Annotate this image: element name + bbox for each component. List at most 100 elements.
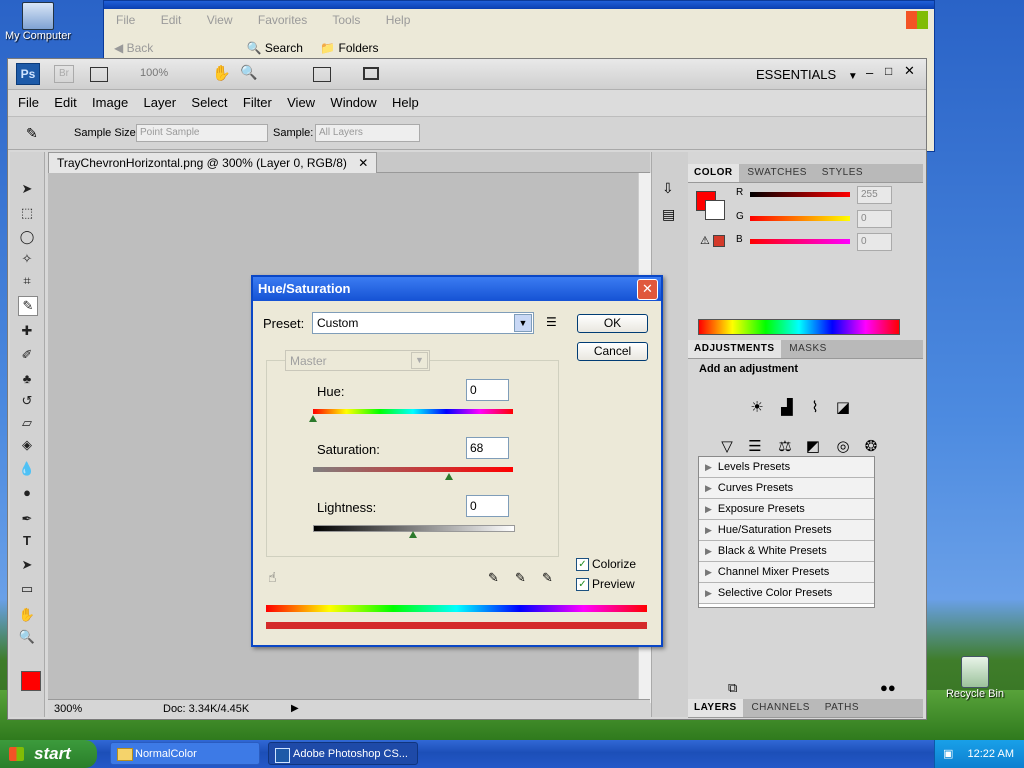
status-arrow-icon[interactable]: ▶	[291, 700, 299, 718]
menu-filter[interactable]: Filter	[243, 90, 272, 116]
brightness-contrast-icon[interactable]: ☀	[746, 397, 768, 419]
cancel-button[interactable]: Cancel	[577, 342, 648, 361]
explorer-menu-help[interactable]: Help	[386, 13, 411, 27]
lightness-input[interactable]: 0	[466, 495, 509, 517]
g-slider[interactable]	[750, 216, 850, 221]
list-item[interactable]: ▶ Levels Presets	[699, 457, 874, 478]
hand-tool-icon[interactable]: ✋	[212, 64, 231, 82]
close-button[interactable]: ✕	[904, 63, 915, 79]
b-slider[interactable]	[750, 239, 850, 244]
clone-stamp-tool-icon[interactable]: ♣	[18, 370, 36, 388]
minimize-button[interactable]: –	[866, 65, 873, 80]
menu-window[interactable]: Window	[330, 90, 376, 116]
eyedropper-icon[interactable]: ✎	[488, 570, 499, 586]
saturation-slider-thumb[interactable]	[445, 473, 453, 480]
preview-checkbox[interactable]: ✓	[576, 578, 589, 591]
blur-tool-icon[interactable]: 💧	[18, 460, 36, 478]
close-icon[interactable]: ✕	[358, 156, 368, 170]
magic-wand-tool-icon[interactable]: ✧	[18, 250, 36, 268]
list-item[interactable]: ▶ Channel Mixer Presets	[699, 562, 874, 583]
preset-options-icon[interactable]: ☰	[546, 315, 557, 329]
document-tab[interactable]: TrayChevronHorizontal.png @ 300% (Layer …	[48, 152, 378, 173]
hand-tool-icon[interactable]: ✋	[18, 606, 36, 624]
explorer-menu-edit[interactable]: Edit	[161, 13, 182, 27]
explorer-menu-view[interactable]: View	[207, 13, 233, 27]
r-slider[interactable]	[750, 192, 850, 197]
channel-mixer-icon[interactable]: ❂	[860, 436, 882, 458]
menu-select[interactable]: Select	[191, 90, 227, 116]
bridge-button[interactable]: Br	[54, 65, 74, 83]
arrange-documents-icon[interactable]	[313, 67, 331, 82]
r-value[interactable]: 255	[857, 186, 892, 204]
path-selection-tool-icon[interactable]: ➤	[18, 556, 36, 574]
type-tool-icon[interactable]: T	[18, 532, 36, 550]
explorer-menu-tools[interactable]: Tools	[332, 13, 360, 27]
workspace-switcher[interactable]: ESSENTIALS ▼	[756, 67, 858, 82]
zoom-level[interactable]: 100%	[140, 67, 168, 79]
explorer-back-button[interactable]: ◀ Back	[114, 41, 153, 55]
brush-tool-icon[interactable]: ✐	[18, 346, 36, 364]
marquee-tool-icon[interactable]: ⬚	[18, 204, 36, 222]
color-bg-swatch[interactable]	[705, 200, 725, 220]
pen-tool-icon[interactable]: ✒	[18, 510, 36, 528]
color-spectrum-bar[interactable]	[698, 319, 900, 335]
clock[interactable]: 12:22 AM	[968, 748, 1014, 760]
color-balance-icon[interactable]: ⚖	[774, 436, 796, 458]
taskbar-item-normalcolor[interactable]: NormalColor	[110, 742, 260, 765]
sample-size-select[interactable]: Point Sample	[136, 124, 268, 142]
crop-tool-icon[interactable]: ⌗	[18, 272, 36, 290]
explorer-folders-button[interactable]: 📁 Folders	[320, 41, 378, 55]
tab-paths[interactable]: PATHS	[819, 699, 865, 717]
dodge-tool-icon[interactable]: ●	[18, 484, 36, 502]
tab-channels[interactable]: CHANNELS	[745, 699, 815, 717]
tab-adjustments[interactable]: ADJUSTMENTS	[688, 340, 781, 358]
black-white-icon[interactable]: ◩	[802, 436, 824, 458]
eyedropper-minus-icon[interactable]: ✎	[542, 570, 553, 586]
tab-masks[interactable]: MASKS	[783, 340, 833, 358]
foreground-color-swatch[interactable]	[21, 671, 41, 691]
vibrance-icon[interactable]: ▽	[716, 436, 738, 458]
preset-select[interactable]: Custom ▼	[312, 312, 534, 334]
zoom-tool-icon[interactable]: 🔍	[18, 628, 36, 646]
saturation-input[interactable]: 68	[466, 437, 509, 459]
channel-select[interactable]: Master ▼	[285, 350, 430, 371]
recycle-bin-desktop-icon[interactable]: Recycle Bin	[940, 656, 1010, 700]
explorer-menu-file[interactable]: File	[116, 13, 135, 27]
shape-tool-icon[interactable]: ▭	[18, 580, 36, 598]
exposure-icon[interactable]: ◪	[832, 397, 854, 419]
lasso-tool-icon[interactable]: ◯	[18, 228, 36, 246]
list-item[interactable]: ▶ Black & White Presets	[699, 541, 874, 562]
menu-help[interactable]: Help	[392, 90, 419, 116]
healing-brush-tool-icon[interactable]: ✚	[18, 322, 36, 340]
paint-bucket-tool-icon[interactable]: ◈	[18, 436, 36, 454]
tab-swatches[interactable]: SWATCHES	[741, 164, 813, 182]
menu-layer[interactable]: Layer	[144, 90, 177, 116]
move-tool-icon[interactable]: ➤	[18, 180, 36, 198]
levels-icon[interactable]: ▟	[776, 397, 798, 419]
saturation-slider-track[interactable]	[313, 467, 513, 472]
list-item[interactable]: ▶ Hue/Saturation Presets	[699, 520, 874, 541]
list-item[interactable]: ▶ Curves Presets	[699, 478, 874, 499]
adjustments-clip-icon[interactable]: ⧉	[728, 680, 737, 696]
explorer-menu-favorites[interactable]: Favorites	[258, 13, 307, 27]
explorer-search-button[interactable]: 🔍 Search	[247, 41, 303, 55]
start-button[interactable]: start	[0, 740, 97, 768]
list-item[interactable]: ▶ Selective Color Presets	[699, 583, 874, 604]
list-item[interactable]: ▶ Exposure Presets	[699, 499, 874, 520]
network-icon[interactable]: ▣	[943, 740, 953, 768]
screen-mode-icon[interactable]	[363, 67, 379, 80]
hue-input[interactable]: 0	[466, 379, 509, 401]
tab-color[interactable]: COLOR	[688, 164, 739, 182]
g-value[interactable]: 0	[857, 210, 892, 228]
gamut-swatch[interactable]	[713, 235, 725, 247]
history-brush-tool-icon[interactable]: ↺	[18, 392, 36, 410]
taskbar-item-photoshop[interactable]: Adobe Photoshop CS...	[268, 742, 418, 765]
targeted-adjustment-hand-icon[interactable]: ☝	[268, 569, 277, 586]
eyedropper-plus-icon[interactable]: ✎	[515, 570, 526, 586]
eyedropper-preset-icon[interactable]: ✎	[26, 125, 38, 142]
menu-edit[interactable]: Edit	[54, 90, 76, 116]
adjustments-state-icon[interactable]: ●●	[880, 680, 896, 695]
view-extras-icon[interactable]	[90, 67, 108, 82]
b-value[interactable]: 0	[857, 233, 892, 251]
ok-button[interactable]: OK	[577, 314, 648, 333]
